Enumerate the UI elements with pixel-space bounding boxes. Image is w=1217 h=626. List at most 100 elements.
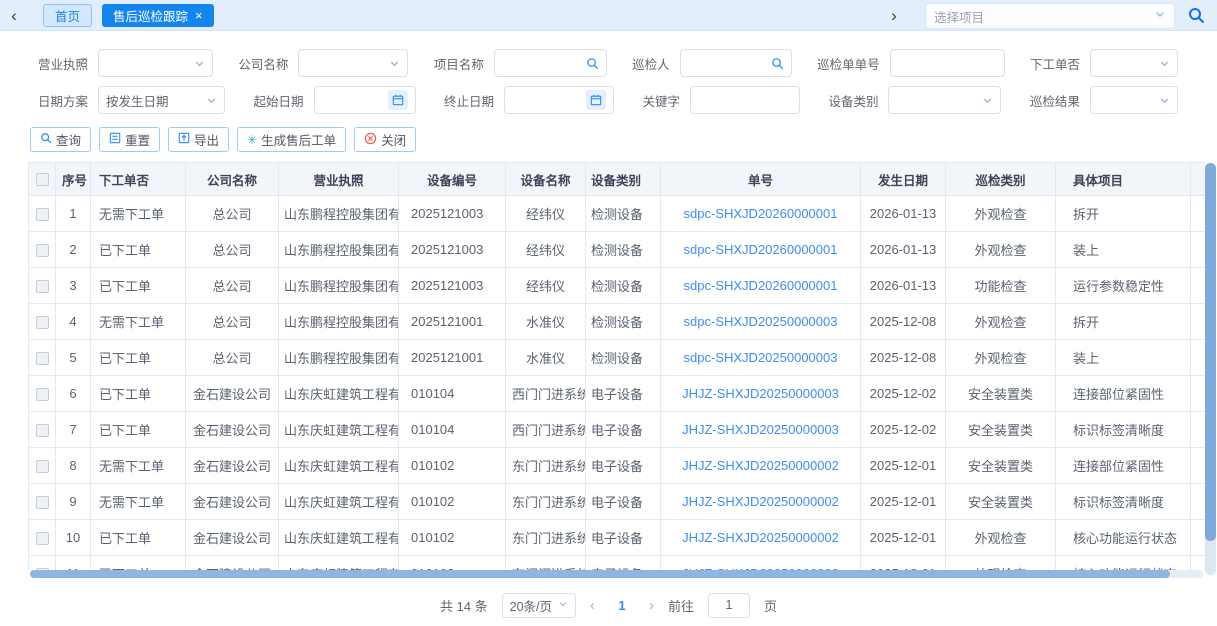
row-checkbox[interactable]: [36, 244, 49, 257]
horizontal-scrollbar-thumb[interactable]: [30, 570, 1170, 578]
cell-device_no: 2025121003: [399, 268, 506, 304]
row-checkbox[interactable]: [36, 316, 49, 329]
filter-order-no: 巡检单单号: [817, 49, 1005, 77]
row-checkbox[interactable]: [36, 496, 49, 509]
row-checkbox[interactable]: [36, 532, 49, 545]
order-number-link[interactable]: sdpc-SHXJD20260000001: [684, 278, 838, 293]
row-checkbox[interactable]: [36, 352, 49, 365]
vertical-scrollbar[interactable]: [1205, 163, 1216, 575]
order-number-link[interactable]: sdpc-SHXJD20250000003: [684, 350, 838, 365]
result-select[interactable]: [1090, 86, 1178, 114]
cell-device_no: 2025121001: [399, 340, 506, 376]
row-checkbox[interactable]: [36, 460, 49, 473]
cell-date: 2026-01-13: [861, 196, 946, 232]
cell-date: 2025-12-01: [861, 484, 946, 520]
column-header: 设备类别: [586, 163, 661, 196]
license-select[interactable]: [98, 49, 213, 77]
order-number-link[interactable]: JHJZ-SHXJD20250000002: [682, 494, 839, 509]
cell-work_order: 已下工单: [91, 376, 186, 412]
cell-work_order: 已下工单: [91, 520, 186, 556]
goto-label: 前往: [668, 596, 694, 615]
end-date-input[interactable]: [504, 86, 614, 114]
order-number-link[interactable]: sdpc-SHXJD20260000001: [684, 242, 838, 257]
horizontal-scrollbar[interactable]: [30, 570, 1203, 578]
generate-work-order-button[interactable]: ✳ 生成售后工单: [237, 127, 346, 152]
start-date-input[interactable]: [314, 86, 416, 114]
page-size-select[interactable]: 20条/页: [502, 593, 576, 618]
cell-category: 外观检查: [946, 520, 1056, 556]
cell-device_name: 东门门进系统: [506, 556, 586, 571]
cell-license: 山东鹏程控股集团有限公司: [279, 268, 399, 304]
cell-device_type: 电子设备: [586, 412, 661, 448]
company-select[interactable]: [298, 49, 408, 77]
row-checkbox[interactable]: [36, 280, 49, 293]
project-select[interactable]: 选择项目: [925, 3, 1175, 29]
select-all-checkbox[interactable]: [36, 173, 49, 186]
order-no-input[interactable]: [890, 49, 1005, 77]
close-tab-icon[interactable]: ×: [195, 9, 203, 22]
cell-no: 9: [56, 484, 91, 520]
search-icon[interactable]: [586, 57, 599, 70]
current-page[interactable]: 1: [609, 598, 635, 613]
goto-page-input[interactable]: 1: [708, 593, 750, 618]
search-icon[interactable]: [1188, 7, 1205, 29]
workorder-select[interactable]: [1090, 49, 1178, 77]
cell-category: 外观检查: [946, 340, 1056, 376]
cell-order_no: JHJZ-SHXJD20250000002: [661, 556, 861, 571]
order-number-link[interactable]: JHJZ-SHXJD20250000002: [682, 458, 839, 473]
cell-no: 1: [56, 196, 91, 232]
vertical-scrollbar-thumb[interactable]: [1205, 163, 1216, 541]
row-checkbox[interactable]: [36, 424, 49, 437]
column-header: 设备名称: [506, 163, 586, 196]
filter-license: 营业执照: [38, 49, 213, 77]
reset-button[interactable]: 重置: [99, 127, 160, 152]
tab-bar: ‹ 首页 售后巡检跟踪 × › 选择项目: [0, 0, 1217, 31]
next-page-button[interactable]: ›: [649, 597, 654, 614]
calendar-icon[interactable]: [586, 90, 606, 110]
calendar-icon[interactable]: [388, 90, 408, 110]
cell-work_order: 已下工单: [91, 340, 186, 376]
export-button[interactable]: 导出: [168, 127, 229, 152]
cell-category: 功能检查: [946, 268, 1056, 304]
cell-order_no: sdpc-SHXJD20250000003: [661, 340, 861, 376]
order-number-link[interactable]: sdpc-SHXJD20260000001: [684, 206, 838, 221]
table-header-row: 序号下工单否公司名称营业执照设备编号设备名称设备类别单号发生日期巡检类别具体项目: [29, 163, 1206, 196]
license-label: 营业执照: [38, 54, 88, 73]
inspector-input[interactable]: [680, 49, 792, 77]
row-checkbox[interactable]: [36, 388, 49, 401]
order-number-link[interactable]: JHJZ-SHXJD20250000003: [682, 422, 839, 437]
table-row: 8无需下工单金石建设公司山东庆虹建筑工程有限公司010102东门门进系统电子设备…: [29, 448, 1206, 484]
cell-date: 2025-12-02: [861, 412, 946, 448]
date-plan-select[interactable]: 按发生日期: [98, 86, 225, 114]
cell-item: 装上: [1056, 340, 1191, 376]
search-icon[interactable]: [771, 57, 784, 70]
project-name-input[interactable]: [494, 49, 607, 77]
tab-home[interactable]: 首页: [43, 4, 92, 27]
table-row: 5已下工单总公司山东鹏程控股集团有限公司2025121001水准仪检测设备sdp…: [29, 340, 1206, 376]
cell-no: 2: [56, 232, 91, 268]
tabs-scroll-left-icon[interactable]: ‹: [4, 7, 24, 24]
order-number-link[interactable]: JHJZ-SHXJD20250000002: [682, 530, 839, 545]
company-label: 公司名称: [238, 54, 288, 73]
cell-device_name: 经纬仪: [506, 196, 586, 232]
end-date-label: 终止日期: [444, 91, 494, 110]
filter-inspector: 巡检人: [632, 49, 792, 77]
table-row: 7已下工单金石建设公司山东庆虹建筑工程有限公司010104西门门进系统电子设备J…: [29, 412, 1206, 448]
order-number-link[interactable]: JHJZ-SHXJD20250000003: [682, 386, 839, 401]
prev-page-button[interactable]: ‹: [590, 597, 595, 614]
cell-work_order: 无需下工单: [91, 304, 186, 340]
filter-project-name: 项目名称: [434, 49, 607, 77]
device-type-select[interactable]: [888, 86, 1001, 114]
close-button[interactable]: 关闭: [354, 127, 416, 152]
filter-date-plan: 日期方案 按发生日期: [38, 86, 225, 114]
tabs-scroll-right-icon[interactable]: ›: [884, 7, 904, 24]
query-button[interactable]: 查询: [30, 127, 91, 152]
order-number-link[interactable]: sdpc-SHXJD20250000003: [684, 314, 838, 329]
tab-inspection-tracking[interactable]: 售后巡检跟踪 ×: [102, 4, 214, 27]
keyword-input[interactable]: [690, 86, 800, 114]
row-checkbox[interactable]: [36, 208, 49, 221]
keyword-label: 关键字: [642, 91, 680, 110]
cell-work_order: 无需下工单: [91, 196, 186, 232]
project-select-placeholder: 选择项目: [934, 7, 1154, 26]
cell-device_type: 电子设备: [586, 376, 661, 412]
